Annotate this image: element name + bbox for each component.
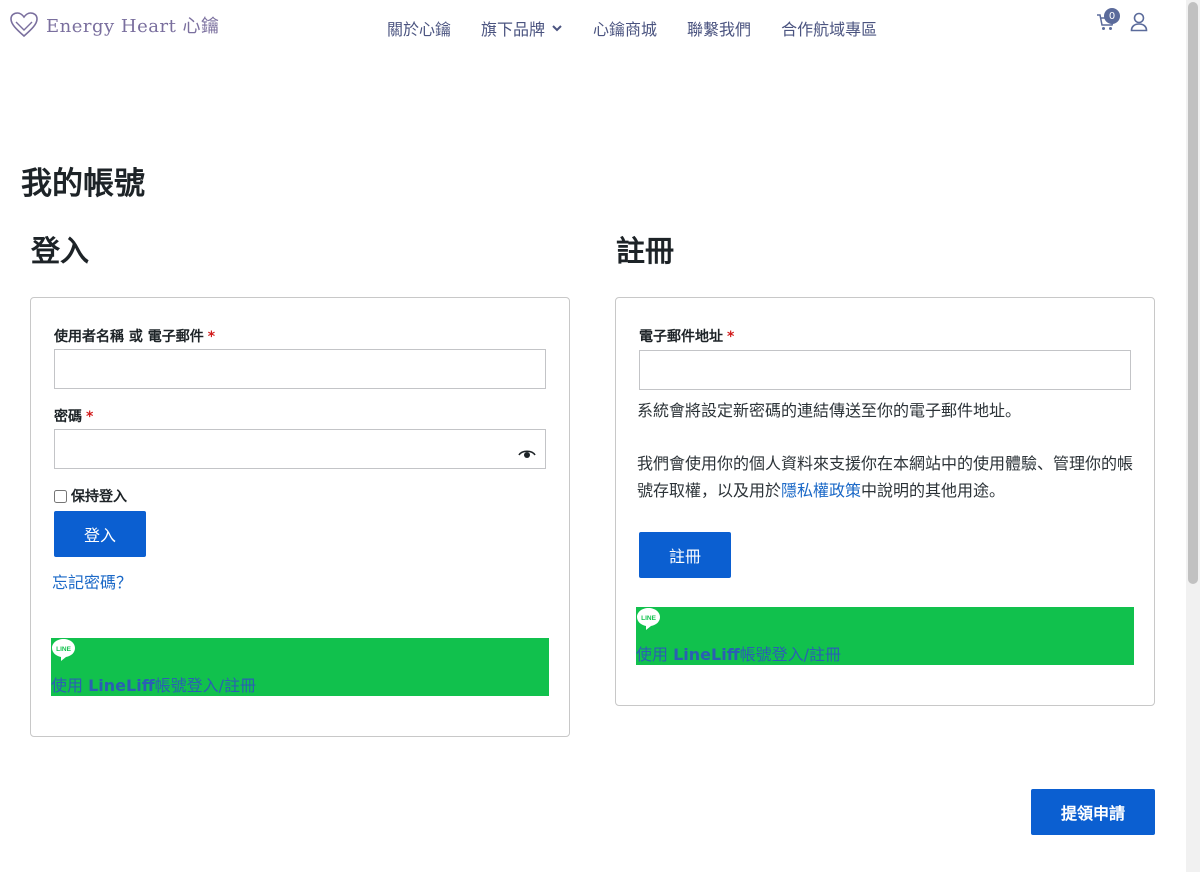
nav-item-partner[interactable]: 合作航域專區 [766, 16, 892, 40]
username-input[interactable] [54, 349, 546, 389]
nav-label: 心鑰商城 [593, 20, 658, 39]
page-scrollbar[interactable] [1186, 0, 1200, 872]
line-brand: LineLiff [88, 676, 155, 695]
login-button[interactable]: 登入 [54, 511, 146, 557]
email-label-text: 電子郵件地址 [639, 329, 723, 345]
nav-label: 合作航域專區 [781, 20, 878, 39]
line-login-text: 使用 LineLiff帳號登入/註冊 [51, 672, 256, 696]
privacy-notice: 我們會使用你的個人資料來支援你在本網站中的使用體驗、管理你的帳號存取權，以及用於… [637, 450, 1137, 504]
login-title: 登入 [31, 234, 90, 268]
line-suffix: 帳號登入/註冊 [154, 676, 257, 695]
forgot-password-link[interactable]: 忘記密碼？ [52, 569, 132, 593]
page-title: 我的帳號 [21, 166, 145, 202]
password-label-text: 密碼 [54, 409, 82, 425]
nav-item-about[interactable]: 關於心鑰 [372, 16, 466, 40]
line-login-button[interactable]: LINE 使用 LineLiff帳號登入/註冊 [51, 638, 549, 696]
nav-item-shop[interactable]: 心鑰商城 [578, 16, 672, 40]
remember-me-label: 保持登入 [71, 489, 127, 505]
main-nav: 關於心鑰 旗下品牌 心鑰商城 聯繫我們 合作航域專區 [372, 16, 892, 40]
nav-item-contact[interactable]: 聯繫我們 [672, 16, 766, 40]
remember-me-checkbox[interactable] [54, 489, 67, 503]
register-title: 註冊 [616, 234, 675, 268]
line-prefix: 使用 [636, 645, 674, 664]
line-brand: LineLiff [673, 645, 740, 664]
line-register-button[interactable]: LINE 使用 LineLiff帳號登入/註冊 [636, 607, 1134, 665]
line-suffix: 帳號登入/註冊 [739, 645, 842, 664]
privacy-text-end: 中說明的其他用途。 [861, 481, 1006, 500]
required-mark: * [727, 329, 735, 345]
login-form: 使用者名稱 或 電子郵件 * 密碼 * 保持登入 登入 忘記密碼？ LINE 使用 … [30, 297, 570, 737]
scrollbar-thumb[interactable] [1188, 2, 1198, 584]
remember-me[interactable]: 保持登入 [54, 486, 127, 506]
password-label: 密碼 * [54, 406, 93, 426]
password-link-notice: 系統會將設定新密碼的連結傳送至你的電子郵件地址。 [637, 401, 1022, 420]
nav-label: 聯繫我們 [687, 20, 752, 39]
svg-text:LINE: LINE [56, 646, 71, 653]
email-input[interactable] [639, 350, 1131, 390]
required-mark: * [86, 409, 94, 425]
chevron-down-icon [552, 25, 562, 32]
claim-request-button[interactable]: 提領申請 [1031, 789, 1155, 835]
nav-label: 旗下品牌 [481, 20, 546, 39]
nav-label: 關於心鑰 [387, 20, 452, 39]
site-logo[interactable]: Energy Heart 心鑰 [10, 12, 220, 38]
user-account-icon[interactable] [1130, 12, 1148, 32]
site-header: Energy Heart 心鑰 關於心鑰 旗下品牌 心鑰商城 聯繫我們 合作航域… [0, 0, 1186, 56]
username-label-text: 使用者名稱 或 電子郵件 [54, 329, 204, 345]
username-label: 使用者名稱 或 電子郵件 * [54, 326, 215, 346]
email-label: 電子郵件地址 * [639, 326, 734, 346]
svg-text:LINE: LINE [641, 615, 656, 622]
register-form: 電子郵件地址 * 系統會將設定新密碼的連結傳送至你的電子郵件地址。 我們會使用你的… [615, 297, 1155, 706]
line-register-text: 使用 LineLiff帳號登入/註冊 [636, 641, 841, 665]
privacy-policy-link[interactable]: 隱私權政策 [781, 481, 861, 500]
password-input[interactable] [54, 429, 546, 469]
heart-logo-icon [10, 12, 38, 38]
nav-item-brands[interactable]: 旗下品牌 [466, 16, 578, 40]
logo-text: Energy Heart 心鑰 [46, 16, 220, 37]
line-logo-icon: LINE [52, 639, 75, 661]
register-button[interactable]: 註冊 [639, 532, 731, 578]
cart-count-badge: 0 [1104, 8, 1120, 24]
required-mark: * [207, 329, 216, 345]
line-prefix: 使用 [51, 676, 89, 695]
show-password-icon[interactable] [518, 448, 536, 460]
line-logo-icon: LINE [637, 608, 660, 630]
